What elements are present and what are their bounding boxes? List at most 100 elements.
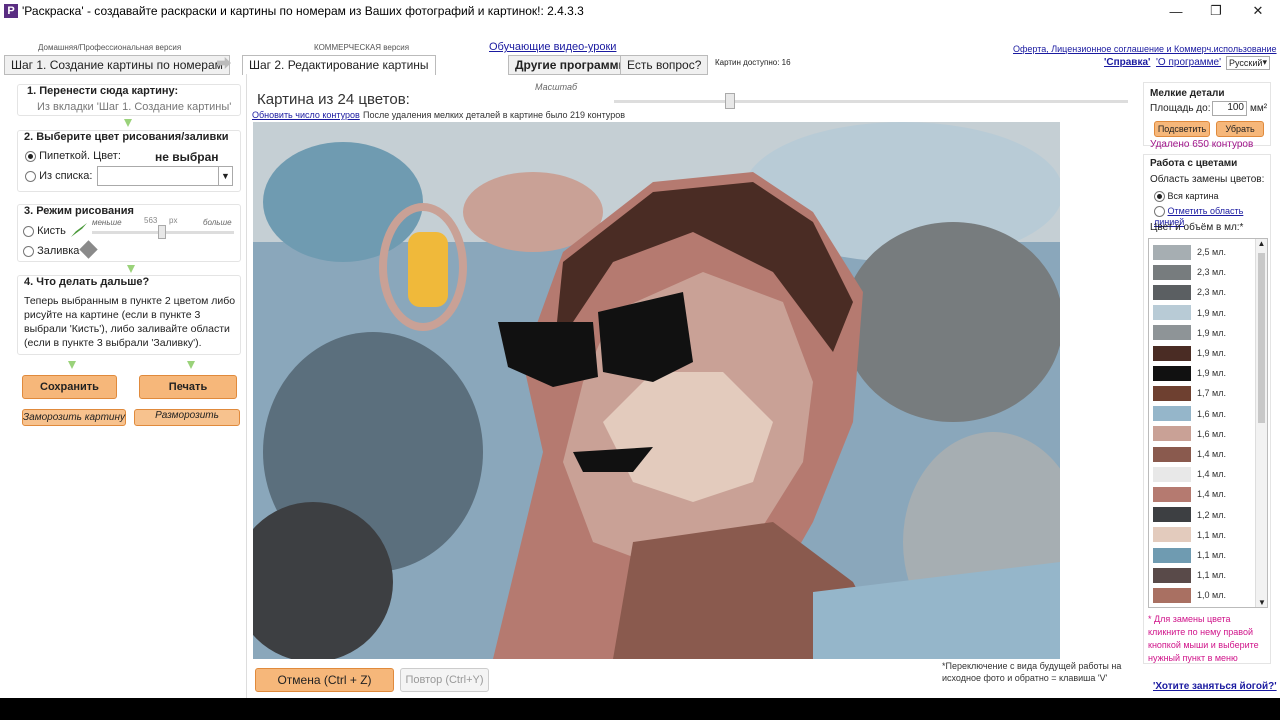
version-home-label: Домашняя/Профессиональная версия: [38, 43, 182, 52]
color-volume: 1,1 мл.: [1197, 550, 1226, 560]
list-radio[interactable]: [25, 170, 36, 182]
color-swatch[interactable]: [1153, 507, 1191, 523]
tab-step2[interactable]: Шаг 2. Редактирование картины: [242, 55, 436, 75]
redo-button[interactable]: Повтор (Ctrl+Y): [400, 668, 489, 692]
color-list-select[interactable]: ▼: [97, 166, 233, 186]
size-unit: px: [169, 216, 178, 225]
paint-by-numbers-canvas[interactable]: [253, 122, 1060, 659]
color-volume: 1,4 мл.: [1197, 469, 1226, 480]
chevron-down-icon: ▼: [218, 167, 232, 185]
freeze-button[interactable]: Заморозить картину: [22, 409, 126, 426]
color-item[interactable]: 1,1 мл.: [1153, 566, 1226, 584]
undo-button[interactable]: Отмена (Ctrl + Z): [255, 668, 394, 692]
version-commercial-label: КОММЕРЧЕСКАЯ версия: [314, 43, 410, 52]
help-link[interactable]: 'Справка': [1104, 57, 1150, 68]
color-swatch[interactable]: [1153, 365, 1191, 381]
step4-text: Теперь выбранным в пункте 2 цветом либо …: [24, 295, 236, 349]
color-swatch[interactable]: [1153, 567, 1191, 583]
whole-picture-label: Вся картина: [1167, 191, 1219, 201]
area-input[interactable]: 100: [1212, 101, 1247, 116]
color-swatch[interactable]: [1153, 426, 1191, 442]
refresh-contours-link[interactable]: Обновить число контуров: [252, 110, 360, 120]
minimize-icon[interactable]: —: [1156, 0, 1196, 22]
about-link[interactable]: 'О программе': [1156, 57, 1221, 68]
color-item[interactable]: 1,9 мл.: [1153, 364, 1226, 382]
color-item[interactable]: 2,5 мл.: [1153, 243, 1226, 261]
color-item[interactable]: 2,3 мл.: [1153, 263, 1226, 281]
arrow-down-icon: [68, 361, 76, 369]
color-item[interactable]: 1,9 мл.: [1153, 304, 1226, 322]
color-swatch[interactable]: [1153, 305, 1191, 321]
color-swatch[interactable]: [1153, 486, 1191, 502]
colors-list[interactable]: 2,5 мл. 2,3 мл. 2,3 мл. 1,9 мл. 1,9 мл. 1,9 м…: [1148, 238, 1268, 608]
yoga-link[interactable]: 'Хотите заняться йогой?': [1153, 681, 1277, 692]
print-button[interactable]: Печать: [139, 375, 237, 399]
color-swatch[interactable]: [1153, 325, 1191, 341]
color-item[interactable]: 1,6 мл.: [1153, 425, 1226, 443]
hint-v-key: *Переключение с вида будущей работы на и…: [942, 661, 1122, 683]
arrow-down-icon: [124, 119, 132, 127]
step2-panel: 2. Выберите цвет рисования/заливки Пипет…: [17, 130, 241, 192]
scroll-down-icon[interactable]: ▼: [1256, 598, 1267, 607]
color-swatch[interactable]: [1153, 385, 1191, 401]
brush-radio[interactable]: [23, 225, 34, 237]
remove-button[interactable]: Убрать: [1216, 121, 1264, 137]
color-item[interactable]: 1,9 мл.: [1153, 344, 1226, 362]
color-item[interactable]: 1,7 мл.: [1153, 384, 1226, 402]
color-swatch[interactable]: [1153, 284, 1191, 300]
color-swatch[interactable]: [1153, 466, 1191, 482]
colors-note: * Для замены цвета кликните по нему прав…: [1148, 614, 1259, 663]
color-volume: 2,3 мл.: [1197, 267, 1226, 278]
color-item[interactable]: 1,4 мл.: [1153, 445, 1226, 463]
mark-area-radio[interactable]: [1154, 206, 1165, 218]
scroll-up-icon[interactable]: ▲: [1256, 239, 1267, 248]
scale-track[interactable]: [614, 100, 1128, 103]
color-volume: 2,5 мл.: [1197, 247, 1226, 257]
fill-label: Заливка: [37, 245, 80, 257]
color-swatch[interactable]: [1153, 587, 1191, 603]
fill-radio[interactable]: [23, 245, 34, 257]
size-less-label: меньше: [92, 218, 122, 227]
divider: [246, 74, 247, 698]
size-more-label: больше: [203, 218, 232, 227]
tab-step1[interactable]: Шаг 1. Создание картины по номерам: [4, 55, 230, 75]
close-icon[interactable]: ✕: [1238, 0, 1278, 22]
color-item[interactable]: 1,4 мл.: [1153, 465, 1226, 483]
question-button[interactable]: Есть вопрос?: [620, 55, 709, 75]
color-item[interactable]: 1,1 мл.: [1153, 526, 1226, 544]
save-button[interactable]: Сохранить: [22, 375, 117, 399]
scrollbar-thumb[interactable]: [1258, 253, 1265, 423]
color-item[interactable]: 1,9 мл.: [1153, 324, 1226, 342]
color-volume: 1,7 мл.: [1197, 388, 1226, 399]
color-item[interactable]: 1,1 мл.: [1153, 546, 1226, 564]
brush-size-slider[interactable]: [158, 225, 166, 239]
color-swatch[interactable]: [1153, 244, 1191, 260]
color-swatch[interactable]: [1153, 406, 1191, 422]
color-item[interactable]: 1,2 мл.: [1153, 506, 1226, 524]
pipette-radio[interactable]: [25, 150, 36, 162]
maximize-icon[interactable]: ❐: [1196, 0, 1236, 22]
area-label: Площадь до:: [1150, 103, 1211, 114]
scrollbar[interactable]: ▲ ▼: [1255, 239, 1267, 607]
video-lessons-link[interactable]: Обучающие видео-уроки: [489, 41, 616, 53]
step1-panel: 1. Перенести сюда картину: Из вкладки 'Ш…: [17, 84, 241, 116]
language-select[interactable]: Русский ▾: [1226, 56, 1270, 70]
brush-icon: [71, 223, 87, 237]
color-swatch[interactable]: [1153, 264, 1191, 280]
color-item[interactable]: 1,6 мл.: [1153, 405, 1226, 423]
offer-link[interactable]: Оферта, Лицензионное соглашение и Коммер…: [1013, 44, 1277, 54]
scale-slider[interactable]: [725, 93, 735, 109]
color-swatch[interactable]: [1153, 547, 1191, 563]
whole-picture-radio[interactable]: [1154, 191, 1165, 203]
color-item[interactable]: 1,0 мл.: [1153, 586, 1226, 604]
color-item[interactable]: 1,4 мл.: [1153, 485, 1226, 503]
color-swatch[interactable]: [1153, 446, 1191, 462]
color-volume: 1,9 мл.: [1197, 368, 1226, 379]
step4-panel: 4. Что делать дальше? Теперь выбранным в…: [17, 275, 241, 355]
unfreeze-button[interactable]: Разморозить: [134, 409, 240, 426]
highlight-button[interactable]: Подсветить: [1154, 121, 1210, 137]
color-swatch[interactable]: [1153, 527, 1191, 543]
color-swatch[interactable]: [1153, 345, 1191, 361]
color-item[interactable]: 2,3 мл.: [1153, 283, 1226, 301]
other-programs-button[interactable]: Другие программы: [508, 55, 636, 75]
